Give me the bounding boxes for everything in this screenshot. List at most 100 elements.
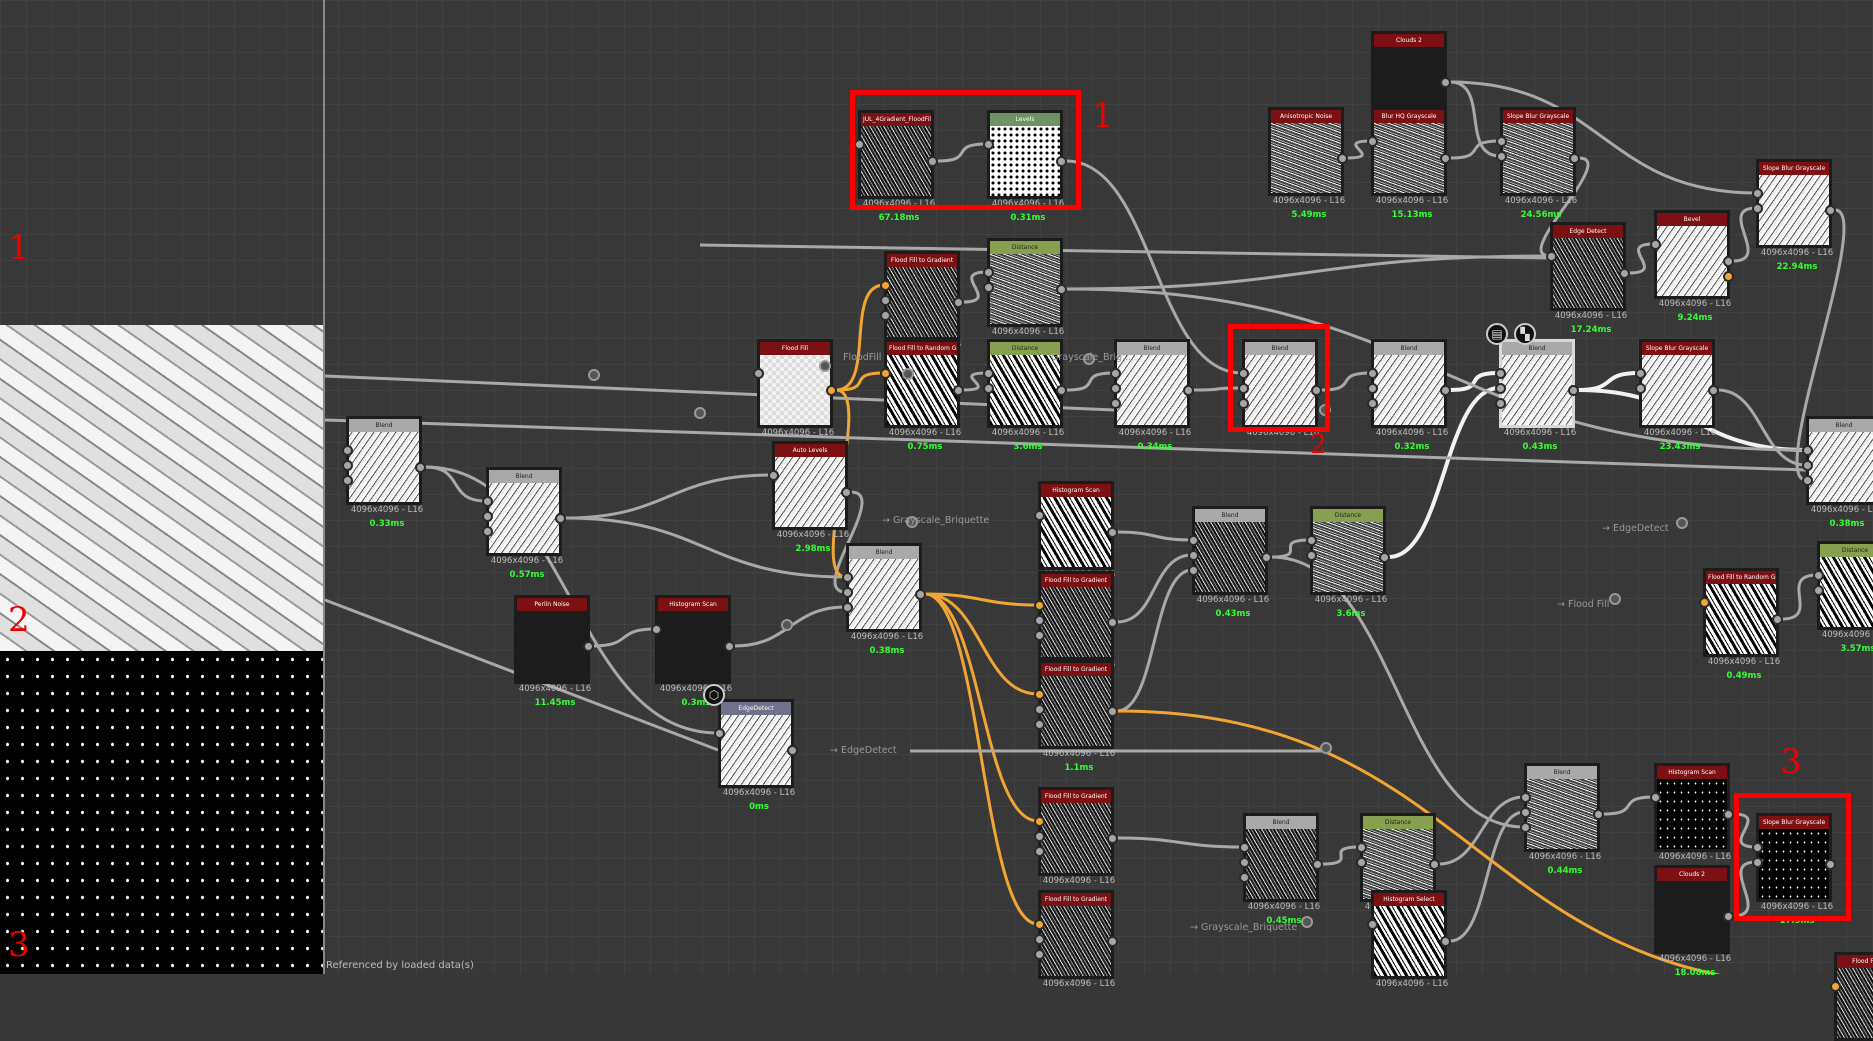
output-port[interactable] [1619,268,1630,279]
output-port[interactable] [1429,859,1440,870]
input-port[interactable] [1034,719,1045,730]
output-port[interactable] [1593,809,1604,820]
output-port[interactable] [1568,385,1579,396]
relay-dot[interactable] [781,619,793,631]
input-port[interactable] [1306,550,1317,561]
relay-dot[interactable] [819,360,831,372]
output-port[interactable] [1183,385,1194,396]
input-port[interactable] [983,267,994,278]
wire-gray[interactable] [1449,80,1501,158]
input-port[interactable] [482,526,493,537]
input-port[interactable] [1034,919,1045,930]
input-port[interactable] [1188,535,1199,546]
input-port[interactable] [1520,822,1531,833]
node-distance[interactable]: Distance 4096x4096 - L16 3.6ms [1306,506,1390,619]
node-flood-fill-to-random-gr[interactable]: Flood Fill to Random Gr... 4096x4096 - L1… [880,339,964,452]
input-port[interactable] [1034,510,1045,521]
input-port[interactable] [842,587,853,598]
input-port[interactable] [880,295,891,306]
output-port[interactable] [1708,385,1719,396]
node-slope-blur-grayscale[interactable]: Slope Blur Grayscale 4096x4096 - L16 23.43… [1635,339,1719,452]
input-port[interactable] [1034,846,1045,857]
input-port[interactable] [1239,872,1250,883]
input-port[interactable] [983,282,994,293]
output-port[interactable] [583,641,594,652]
output-port[interactable] [1107,706,1118,717]
input-port[interactable] [880,310,891,321]
input-port[interactable] [1110,368,1121,379]
output-port[interactable] [1440,77,1451,88]
node-flood-fill-to-gradient[interactable]: Flood Fill to Gradient4096x4096 - L161ms [880,251,964,364]
node-blend[interactable]: Blend 4096x4096 - L16 0.33ms [342,416,426,529]
input-port[interactable] [1239,842,1250,853]
input-port[interactable] [1306,535,1317,546]
output-port[interactable] [1312,859,1323,870]
output-port[interactable] [1107,936,1118,947]
input-port[interactable] [1034,615,1045,626]
wire-gray[interactable] [1321,845,1361,866]
input-port[interactable] [1802,460,1813,471]
output-port[interactable] [1379,552,1390,563]
input-port[interactable] [1752,203,1763,214]
input-port[interactable] [880,280,891,291]
output-port[interactable] [1337,153,1348,164]
output-port[interactable] [1440,936,1451,947]
relay-dot[interactable] [902,368,914,380]
output-port[interactable] [555,513,566,524]
input-port[interactable] [880,368,891,379]
wire-orange[interactable] [924,592,1039,823]
input-port[interactable] [482,496,493,507]
node-flood-fill-to[interactable]: Flood Fill to... [1830,952,1873,1041]
input-port[interactable] [1802,445,1813,456]
wire-gray[interactable] [1270,538,1311,559]
input-port[interactable] [1635,368,1646,379]
input-port[interactable] [482,511,493,522]
wire-white[interactable] [1577,371,1640,392]
output-port[interactable] [1569,153,1580,164]
input-port[interactable] [1034,949,1045,960]
wire-gray[interactable] [1116,836,1244,849]
relay-dot[interactable] [1320,742,1332,754]
input-port[interactable] [1034,689,1045,700]
node-blend[interactable]: Blend 4096x4096 - L16 0.43ms [1495,339,1579,452]
node-edge-detect[interactable]: Edge Detect 4096x4096 - L16 17.24ms [1546,222,1630,335]
cube-icon[interactable]: ⬡ [703,684,725,706]
input-port[interactable] [1520,792,1531,803]
input-port[interactable] [753,368,764,379]
input-port[interactable] [1699,597,1710,608]
output-port[interactable] [1440,385,1451,396]
node-blend[interactable]: Blend 4096x4096 - L16 0.45ms [1239,813,1323,926]
node-distance[interactable]: Distance 4096x4096 - L16 3.57ms [1813,541,1873,654]
node-blend[interactable]: Blend 4096x4096 - L16 0.38ms [842,543,926,656]
input-port[interactable] [1110,383,1121,394]
input-port[interactable] [1367,368,1378,379]
node-slope-blur-grayscale[interactable]: Slope Blur Grayscale 4096x4096 - L16 24.56… [1496,107,1580,220]
node-histogram-scan[interactable]: Histogram Scan4096x4096 - L160.48ms [1034,481,1118,594]
output-port[interactable] [1723,911,1734,922]
input-port[interactable] [714,728,725,739]
output-port[interactable] [826,385,837,396]
output-port[interactable] [1107,617,1118,628]
wire-orange[interactable] [924,592,1039,696]
input-port[interactable] [1356,842,1367,853]
wire-gray[interactable] [699,243,1551,260]
input-port[interactable] [1367,136,1378,147]
input-port[interactable] [1752,188,1763,199]
node-blend[interactable]: Blend 4096x4096 - L16 0.57ms [482,467,566,580]
output-port[interactable] [787,745,798,756]
node-bevel[interactable]: Bevel 4096x4096 - L16 9.24ms [1650,210,1734,323]
node-blur-hq-grayscale[interactable]: Blur HQ Grayscale 4096x4096 - L16 15.13ms [1367,107,1451,220]
document-icon[interactable]: ▤ [1486,323,1508,345]
node-flood-fill-to-gradient[interactable]: Flood Fill to Gradient4096x4096 - L16 [1034,571,1118,670]
relay-dot[interactable] [1301,916,1313,928]
output-port[interactable] [1825,205,1836,216]
node-flood-fill-to-random-gr[interactable]: Flood Fill to Random Gr... 4096x4096 - L1… [1699,568,1783,681]
input-port[interactable] [651,624,662,635]
output-port[interactable] [1723,256,1734,267]
input-port[interactable] [1830,981,1841,992]
input-port[interactable] [1813,570,1824,581]
output-port[interactable] [1107,833,1118,844]
input-port[interactable] [1188,550,1199,561]
output-port[interactable] [953,297,964,308]
input-port[interactable] [1495,398,1506,409]
